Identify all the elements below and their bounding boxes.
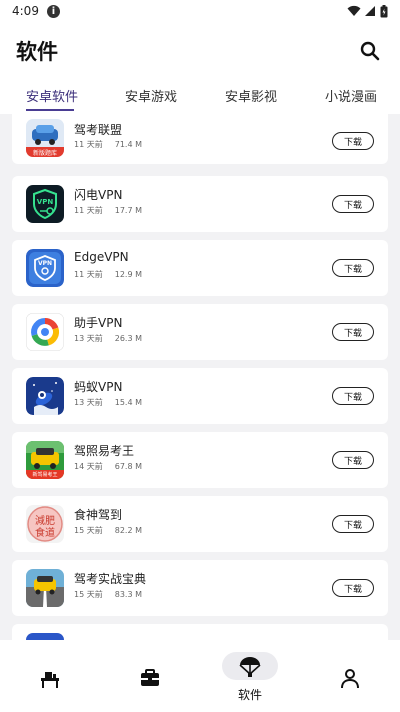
app-date: 11 天前 [74, 270, 103, 279]
tab-android-software[interactable]: 安卓软件 [26, 86, 78, 105]
desk-icon [41, 672, 59, 688]
food-seal-icon: 減肥 食道 [26, 505, 64, 543]
car-exam-icon: 新版题库 [26, 119, 64, 157]
tab-android-video[interactable]: 安卓影视 [225, 86, 277, 105]
download-button[interactable]: 下载 [332, 195, 374, 213]
nav-label: 软件 [237, 688, 262, 702]
app-meta: 11 天前 17.7 M [74, 205, 142, 216]
battery-icon [380, 4, 388, 17]
app-date: 15 天前 [74, 590, 103, 599]
app-name: 驾考联盟 [74, 123, 123, 137]
list-item[interactable]: VPN EdgeVPN 11 天前 12.9 M 下载 [12, 240, 388, 296]
app-name: 食神驾到 [74, 508, 123, 522]
app-size: 26.3 M [114, 334, 142, 343]
app-name: 驾照易考王 [74, 444, 135, 458]
list-item[interactable]: 減肥 食道 食神驾到 15 天前 82.2 M 下载 [12, 496, 388, 552]
app-name: 助手VPN [74, 316, 123, 330]
search-icon [360, 41, 380, 61]
app-date: 13 天前 [74, 398, 103, 407]
vpn-blue-shield-icon: VPN [26, 249, 64, 287]
app-header: 软件 [0, 22, 400, 80]
list-item[interactable]: 新驾易考王 驾照易考王 14 天前 67.8 M 下载 [12, 432, 388, 488]
signal-icon [365, 6, 375, 16]
app-size: 17.7 M [114, 206, 142, 215]
app-size: 15.4 M [114, 398, 142, 407]
app-name: 驾考实战宝典 [74, 572, 147, 586]
app-date: 11 天前 [74, 140, 103, 149]
app-size: 83.3 M [114, 590, 142, 599]
download-button[interactable]: 下载 [332, 323, 374, 341]
info-icon: i [46, 4, 60, 18]
list-item[interactable]: 驾考实战宝典 15 天前 83.3 M 下载 [12, 560, 388, 616]
colorful-ring-icon [26, 313, 64, 351]
active-tab-indicator [26, 109, 74, 111]
list-item[interactable]: 新版题库 驾考联盟 11 天前 71.4 M 下载 [12, 114, 388, 164]
search-button[interactable] [356, 37, 384, 65]
list-item[interactable]: 助手VPN 13 天前 26.3 M 下载 [12, 304, 388, 360]
app-meta: 11 天前 71.4 M [74, 139, 142, 150]
app-size: 82.2 M [114, 526, 142, 535]
icon-badge-text: VPN [36, 198, 54, 206]
parachute-icon [239, 657, 261, 677]
download-button[interactable]: 下载 [332, 579, 374, 597]
briefcase-icon [141, 669, 159, 686]
road-car-icon [26, 569, 64, 607]
nav-item-software[interactable]: 软件 [200, 640, 300, 712]
status-time: 4:09 [12, 4, 39, 18]
app-meta: 13 天前 26.3 M [74, 333, 142, 344]
person-icon [341, 669, 359, 689]
download-button[interactable]: 下载 [332, 515, 374, 533]
app-size: 12.9 M [114, 270, 142, 279]
nav-item-profile[interactable] [300, 640, 400, 712]
download-button[interactable]: 下载 [332, 259, 374, 277]
app-icon-partial [26, 633, 64, 640]
icon-banner-text: 新版题库 [32, 150, 57, 157]
taxi-icon: 新驾易考王 [26, 441, 64, 479]
app-name: 蚂蚁VPN [74, 380, 123, 394]
list-item[interactable] [12, 624, 388, 640]
category-tabs: 安卓软件 安卓游戏 安卓影视 小说漫画 [0, 80, 400, 114]
icon-seal-text-bottom: 食道 [35, 528, 55, 539]
app-date: 11 天前 [74, 206, 103, 215]
tab-novels-comics[interactable]: 小说漫画 [325, 86, 377, 105]
icon-badge-text: VPN [37, 260, 53, 267]
app-meta: 15 天前 83.3 M [74, 589, 142, 600]
bottom-navigation: 软件 [0, 640, 400, 712]
app-date: 15 天前 [74, 526, 103, 535]
app-date: 14 天前 [74, 462, 103, 471]
status-icons [347, 4, 388, 18]
download-button[interactable]: 下载 [332, 451, 374, 469]
app-meta: 13 天前 15.4 M [74, 397, 142, 408]
nav-item-home[interactable] [0, 640, 100, 712]
app-meta: 11 天前 12.9 M [74, 269, 142, 280]
app-meta: 15 天前 82.2 M [74, 525, 142, 536]
app-name: 闪电VPN [74, 188, 123, 202]
app-date: 13 天前 [74, 334, 103, 343]
app-size: 67.8 M [114, 462, 142, 471]
wifi-icon [347, 5, 361, 16]
page-title: 软件 [16, 40, 58, 64]
rocket-icon [26, 377, 64, 415]
tab-android-games[interactable]: 安卓游戏 [125, 86, 177, 105]
app-list[interactable]: 新版题库 驾考联盟 11 天前 71.4 M 下载 VPN 闪电VPN 11 天前… [0, 114, 400, 640]
list-item[interactable]: 蚂蚁VPN 13 天前 15.4 M 下载 [12, 368, 388, 424]
vpn-shield-key-icon: VPN [26, 185, 64, 223]
app-size: 71.4 M [114, 140, 142, 149]
list-item[interactable]: VPN 闪电VPN 11 天前 17.7 M 下载 [12, 176, 388, 232]
app-meta: 14 天前 67.8 M [74, 461, 142, 472]
status-bar: 4:09 i [0, 0, 400, 22]
icon-banner-text: 新驾易考王 [32, 472, 58, 478]
download-button[interactable]: 下载 [332, 387, 374, 405]
download-button[interactable]: 下载 [332, 132, 374, 150]
nav-item-tools[interactable] [100, 640, 200, 712]
app-name: EdgeVPN [74, 250, 129, 264]
